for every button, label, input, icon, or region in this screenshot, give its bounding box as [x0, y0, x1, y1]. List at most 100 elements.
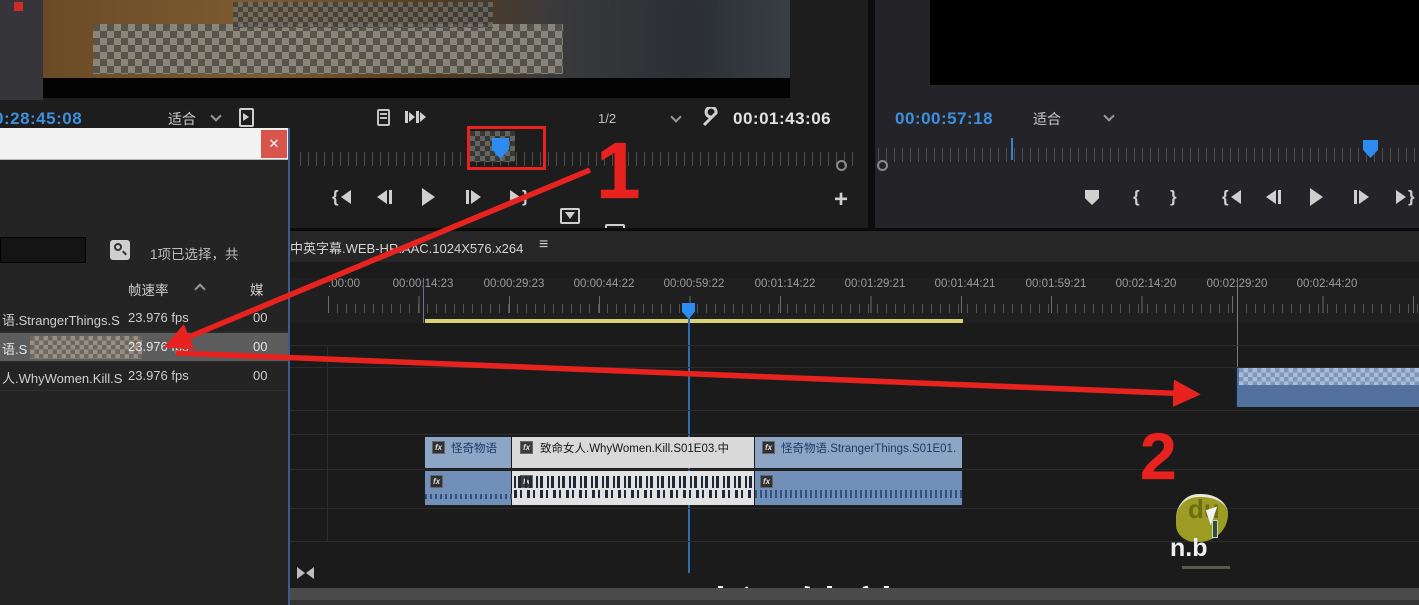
goto-out-button[interactable]: }	[510, 190, 529, 204]
program-fit-select[interactable]: 适合	[1033, 109, 1061, 129]
fx-badge: fx	[432, 441, 445, 454]
column-header-frame-rate[interactable]: 帧速率	[128, 279, 169, 299]
censored-clip-name-mosaic	[1239, 368, 1419, 385]
mark-out-button[interactable]: }	[1170, 190, 1177, 204]
watermark-text: n.b	[1170, 534, 1208, 563]
clip-frame-rate: 23.976 fps	[128, 368, 189, 383]
watermark-subline	[1182, 566, 1230, 569]
timeline-scrollbar-track	[287, 600, 1419, 605]
timeline-scrollbar[interactable]	[287, 588, 1419, 600]
column-header-media[interactable]: 媒	[250, 279, 264, 299]
selection-status-text: 1项已选择，共	[150, 243, 239, 263]
wrench-icon[interactable]	[700, 107, 722, 129]
snap-toggle-icon[interactable]	[297, 567, 314, 579]
ruler-label: 00:00:44:22	[574, 278, 635, 290]
search-bin-icon[interactable]	[110, 240, 130, 260]
bin-row[interactable]: 语.StrangerThings.S 23.976 fps 00	[0, 304, 288, 333]
ruler-label: 00:02:44:20	[1297, 278, 1358, 290]
premiere-app-window: 0:28:45:08 适合 1/2 00:01:43:06 {	[0, 0, 1419, 605]
sequence-tab[interactable]: 中英字幕.WEB-HR.AAC.1024X576.x264	[290, 238, 523, 257]
track-divider	[287, 345, 1419, 346]
watermark-bar	[1212, 520, 1218, 538]
timeline-clip-v1[interactable]: fx 怪奇物语.StrangerThings.S01E01.	[755, 437, 962, 468]
clip-name: 语.S	[2, 339, 27, 358]
source-mini-ruler[interactable]	[300, 152, 855, 166]
add-marker-button[interactable]	[1085, 190, 1099, 205]
settings-icon[interactable]	[377, 109, 390, 126]
goto-out-button[interactable]: }	[1396, 190, 1415, 204]
timeline-clip-v1-selected[interactable]: fx 致命女人.WhyWomen.Kill.S01E03.中	[512, 437, 755, 468]
fx-badge: fx	[762, 441, 775, 454]
search-input[interactable]	[0, 237, 86, 263]
play-button[interactable]	[422, 188, 435, 206]
program-video-preview[interactable]	[930, 0, 1419, 85]
timeline-clip-v1[interactable]: fx 怪奇物语	[425, 437, 512, 468]
goto-in-button[interactable]: {	[332, 190, 351, 204]
program-timecode-current: 00:00:57:18	[895, 109, 993, 129]
timeline-ruler[interactable]: :00:00 00:00:14:23 00:00:29:23 00:00:44:…	[287, 278, 1419, 323]
track-divider	[287, 434, 1419, 435]
chevron-down-icon	[1103, 110, 1114, 121]
hover-indicator-line	[1237, 278, 1238, 373]
bin-row[interactable]: 人.WhyWomen.Kill.S 23.976 fps 00	[0, 362, 288, 391]
track-divider	[287, 410, 1419, 411]
ruler-label: 00:02:14:20	[1116, 278, 1177, 290]
clip-label: 致命女人.WhyWomen.Kill.S01E03.中	[540, 440, 750, 456]
chevron-down-icon	[670, 111, 681, 122]
clip-frame-rate: 23.976 fps	[128, 310, 189, 325]
play-button[interactable]	[1310, 188, 1323, 206]
mark-in-button[interactable]: {	[1133, 190, 1140, 204]
panel-divider[interactable]	[868, 0, 875, 228]
source-video-preview[interactable]	[43, 0, 790, 98]
ruler-label: 00:01:14:22	[755, 278, 816, 290]
sort-ascending-icon	[194, 283, 205, 294]
panel-menu-icon[interactable]: ≡	[539, 236, 548, 254]
audio-waveform	[514, 476, 753, 488]
fx-badge: fx	[760, 475, 773, 488]
fx-badge: fx	[430, 475, 443, 488]
step-back-button[interactable]	[377, 190, 392, 204]
source-resolution-select[interactable]: 1/2	[598, 111, 616, 126]
clip-name: 人.WhyWomen.Kill.S	[2, 368, 122, 387]
program-mini-ruler[interactable]	[878, 148, 1419, 162]
timeline-clip-a1[interactable]: fx	[755, 471, 962, 505]
edit-cursor-line	[423, 278, 424, 323]
insert-button[interactable]	[560, 208, 580, 224]
ruler-label: 00:01:59:21	[1026, 278, 1087, 290]
button-editor-icon[interactable]	[239, 108, 254, 127]
track-divider	[287, 469, 1419, 470]
red-record-dot	[14, 2, 23, 11]
step-forward-button[interactable]	[466, 190, 481, 204]
clip-media-start: 00	[253, 310, 267, 325]
source-zoom-scrollbar-handle[interactable]	[836, 160, 847, 171]
close-button[interactable]: ✕	[261, 130, 287, 158]
source-fit-select[interactable]: 适合	[168, 109, 196, 129]
window-title-bar[interactable]: ✕	[0, 128, 288, 160]
bin-row-selected[interactable]: 语.S 23.976 fps 00	[0, 333, 288, 362]
censored-clip-name-mosaic	[30, 336, 142, 359]
source-timecode-current: 0:28:45:08	[0, 109, 82, 129]
project-floating-window: ✕ 1项已选择，共 帧速率 媒 语.StrangerThings.S 23.97…	[0, 128, 290, 605]
step-back-button[interactable]	[1266, 190, 1281, 204]
video-letterbox	[43, 78, 790, 98]
ruler-ticks-major	[328, 296, 1419, 313]
annotation-step-2: 2	[1140, 428, 1177, 484]
step-forward-button[interactable]	[1354, 190, 1369, 204]
add-button-icon[interactable]: +	[834, 186, 848, 214]
timeline-clip-a1-selected[interactable]: fx	[512, 471, 755, 505]
goto-in-button[interactable]: {	[1222, 190, 1241, 204]
drag-video-audio-icon[interactable]	[405, 111, 426, 123]
chevron-down-icon	[210, 110, 221, 121]
program-zoom-scrollbar-handle[interactable]	[877, 160, 888, 171]
censored-subtitle-mosaic	[93, 24, 563, 74]
ruler-label: 00:00:59:22	[664, 278, 725, 290]
audio-waveform	[755, 490, 962, 498]
magnifier-handle	[122, 251, 127, 256]
work-area-bar[interactable]	[425, 319, 963, 323]
clip-label: 怪奇物语.StrangerThings.S01E01.	[781, 440, 959, 456]
tri-glyph	[243, 113, 249, 121]
timeline-clip-a1[interactable]: fx	[425, 471, 512, 505]
ruler-label: 00:00:29:23	[484, 278, 545, 290]
timeline-clip-v2-dragged[interactable]	[1235, 368, 1419, 407]
program-monitor-panel: 00:00:57:18 适合 { } { }	[875, 0, 1419, 228]
